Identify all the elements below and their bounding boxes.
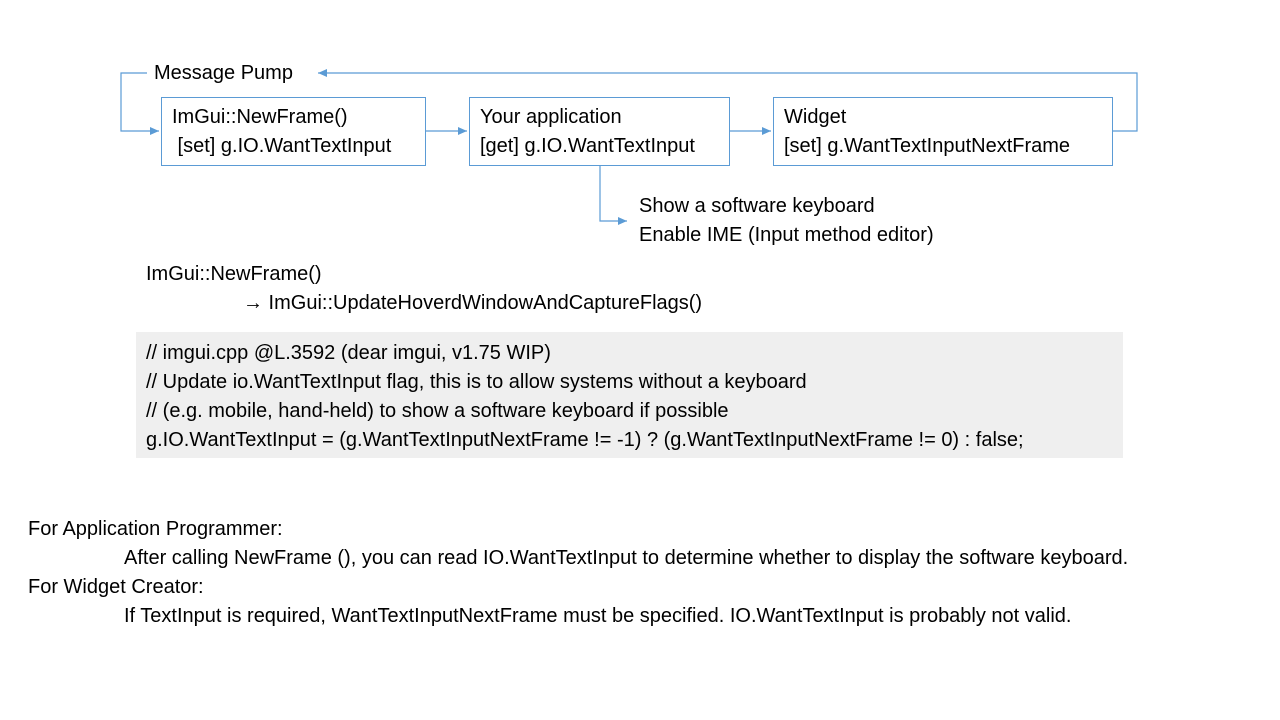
- widget-box-title: Widget: [784, 106, 847, 128]
- your-application-box-detail: [get] g.IO.WantTextInput: [480, 135, 695, 157]
- call-chain-callee: → ImGui::UpdateHoverdWindowAndCaptureFla…: [243, 292, 703, 314]
- app-programmer-heading: For Application Programmer:: [28, 518, 283, 540]
- notes-section: For Application Programmer: After callin…: [28, 515, 1128, 631]
- widget-box-detail: [set] g.WantTextInputNextFrame: [784, 135, 1071, 157]
- code-line: // (e.g. mobile, hand-held) to show a so…: [146, 400, 729, 422]
- widget-creator-text: If TextInput is required, WantTextInputN…: [124, 605, 1072, 627]
- app-programmer-text: After calling NewFrame (), you can read …: [124, 547, 1129, 569]
- call-chain-caller: ImGui::NewFrame(): [146, 263, 322, 285]
- code-line: // Update io.WantTextInput flag, this is…: [146, 371, 807, 393]
- your-application-box: Your application [get] g.IO.WantTextInpu…: [469, 97, 730, 166]
- newframe-box-detail: [set] g.IO.WantTextInput: [172, 135, 392, 157]
- code-snippet: // imgui.cpp @L.3592 (dear imgui, v1.75 …: [136, 332, 1123, 458]
- newframe-box-title: ImGui::NewFrame(): [172, 106, 348, 128]
- keyboard-branch-text: Show a software keyboard Enable IME (Inp…: [639, 192, 934, 250]
- app-to-keyboard-arrow: [599, 166, 627, 225]
- enable-ime-text: Enable IME (Input method editor): [639, 224, 934, 246]
- widget-creator-heading: For Widget Creator:: [28, 576, 204, 598]
- newframe-box: ImGui::NewFrame() [set] g.IO.WantTextInp…: [161, 97, 426, 166]
- your-application-box-title: Your application: [480, 106, 622, 128]
- code-line: // imgui.cpp @L.3592 (dear imgui, v1.75 …: [146, 342, 551, 364]
- message-pump-label: Message Pump: [154, 62, 293, 84]
- widget-box: Widget [set] g.WantTextInputNextFrame: [773, 97, 1113, 166]
- code-line: g.IO.WantTextInput = (g.WantTextInputNex…: [146, 429, 1024, 451]
- show-keyboard-text: Show a software keyboard: [639, 195, 875, 217]
